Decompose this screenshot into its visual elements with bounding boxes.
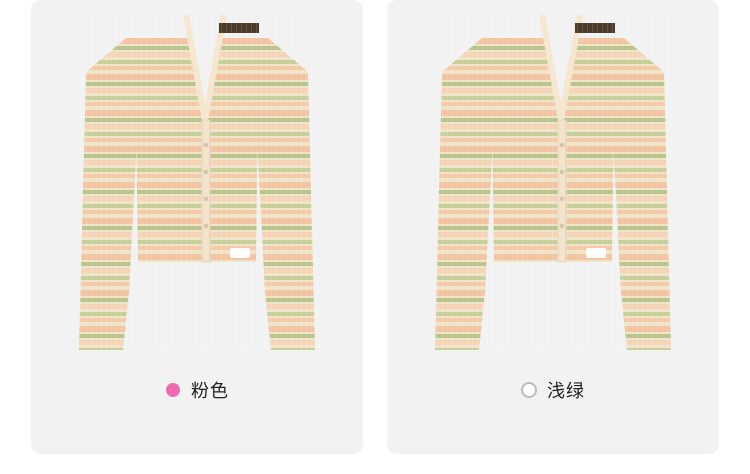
radio-selected-icon xyxy=(165,382,181,398)
color-option-pink[interactable]: 粉色 xyxy=(31,375,363,405)
radio-unselected-icon xyxy=(521,382,537,398)
cardigan-image xyxy=(79,14,315,350)
color-option-label: 粉色 xyxy=(191,381,229,402)
color-option-card-pink[interactable]: 粉色 xyxy=(31,0,363,454)
color-option-light-green[interactable]: 浅绿 xyxy=(387,375,719,405)
color-option-label: 浅绿 xyxy=(547,381,585,402)
color-option-grid: 粉色 浅绿 xyxy=(0,0,750,474)
cardigan-image xyxy=(435,14,671,350)
color-option-card-light-green[interactable]: 浅绿 xyxy=(387,0,719,454)
